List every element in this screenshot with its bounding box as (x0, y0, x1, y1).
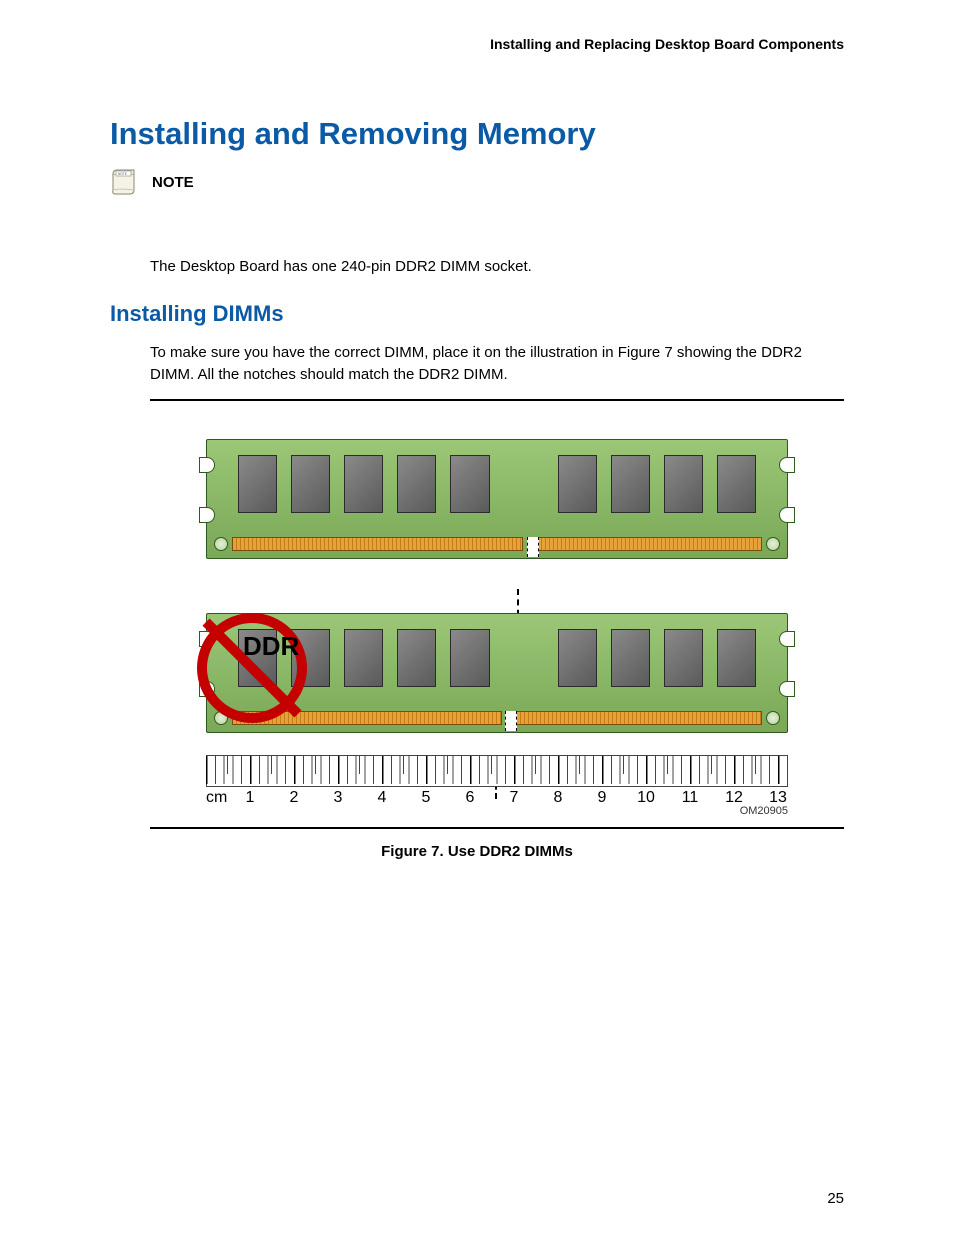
ruler: cm 1 2 3 4 5 6 7 8 9 10 11 12 13 OM20905 (206, 755, 788, 815)
page-number: 25 (827, 1190, 844, 1207)
page: Installing and Replacing Desktop Board C… (0, 0, 954, 1235)
note-icon: NOTE (110, 168, 140, 196)
figure-frame: DDR2 DDR (150, 399, 844, 829)
note-callout: NOTE NOTE (110, 168, 844, 196)
body-paragraph-2: To make sure you have the correct DIMM, … (150, 342, 844, 387)
ruler-unit: cm (206, 789, 227, 807)
svg-text:NOTE: NOTE (118, 172, 127, 176)
image-id: OM20905 (740, 805, 788, 817)
note-label: NOTE (152, 174, 194, 191)
ddr2-stick (206, 439, 788, 557)
section-heading: Installing and Removing Memory (110, 116, 844, 152)
subsection-heading: Installing DIMMs (110, 301, 844, 327)
dimm-diagram: DDR2 DDR (187, 439, 807, 823)
ruler-labels: cm 1 2 3 4 5 6 7 8 9 10 11 12 13 (206, 789, 788, 811)
body-paragraph-1: The Desktop Board has one 240-pin DDR2 D… (150, 256, 844, 279)
running-header: Installing and Replacing Desktop Board C… (110, 36, 844, 52)
ddr-label: DDR (243, 631, 299, 662)
prohibit-icon (197, 613, 307, 723)
figure-caption: Figure 7. Use DDR2 DIMMs (110, 843, 844, 860)
